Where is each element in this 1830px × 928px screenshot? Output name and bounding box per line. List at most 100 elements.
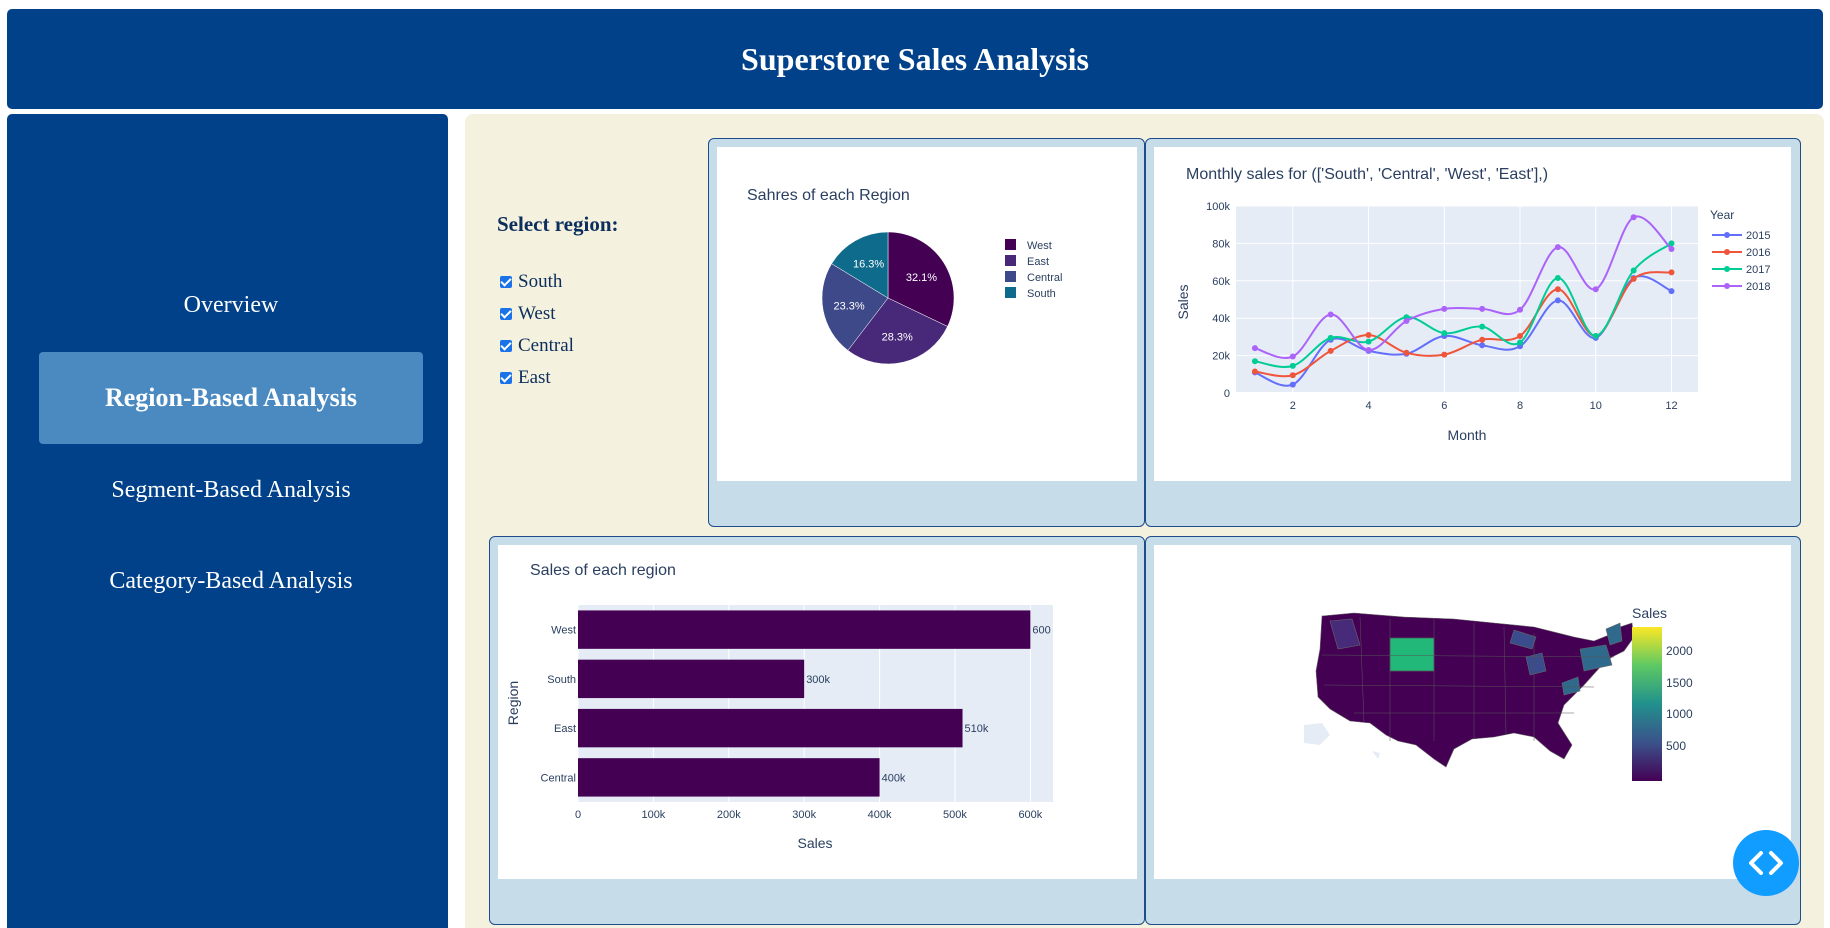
x-tick-label: 300k bbox=[792, 809, 816, 821]
legend-swatch[interactable] bbox=[1005, 239, 1016, 250]
x-tick-label: 8 bbox=[1517, 400, 1523, 412]
alaska-shape bbox=[1304, 723, 1330, 745]
series-point[interactable] bbox=[1668, 246, 1675, 253]
series-point[interactable] bbox=[1327, 334, 1334, 341]
series-point[interactable] bbox=[1441, 351, 1448, 358]
x-tick-label: 2 bbox=[1290, 400, 1296, 412]
app-header: Superstore Sales Analysis bbox=[7, 9, 1823, 109]
bar[interactable] bbox=[578, 610, 1031, 649]
code-toggle-button[interactable] bbox=[1733, 830, 1799, 896]
y-tick-label: East bbox=[554, 723, 576, 735]
sidebar-item-overview[interactable]: Overview bbox=[39, 259, 423, 351]
series-point[interactable] bbox=[1251, 368, 1258, 375]
series-point[interactable] bbox=[1517, 332, 1524, 339]
legend-marker[interactable] bbox=[1724, 249, 1730, 255]
series-point[interactable] bbox=[1289, 353, 1296, 360]
x-tick-label: 12 bbox=[1665, 400, 1677, 412]
legend-label[interactable]: South bbox=[1027, 288, 1056, 300]
plot-background bbox=[1236, 206, 1698, 393]
bar-value-label: 300k bbox=[806, 674, 830, 686]
series-point[interactable] bbox=[1554, 274, 1561, 281]
checkbox-checked-icon[interactable] bbox=[500, 340, 512, 352]
series-point[interactable] bbox=[1289, 381, 1296, 388]
legend-swatch[interactable] bbox=[1005, 255, 1016, 266]
series-point[interactable] bbox=[1251, 345, 1258, 352]
series-point[interactable] bbox=[1403, 318, 1410, 325]
series-point[interactable] bbox=[1479, 323, 1486, 330]
bar-chart-title: Sales of each region bbox=[530, 562, 676, 579]
legend-marker[interactable] bbox=[1724, 283, 1730, 289]
series-point[interactable] bbox=[1251, 358, 1258, 365]
series-point[interactable] bbox=[1554, 244, 1561, 251]
legend-label[interactable]: 2018 bbox=[1746, 281, 1770, 293]
legend-label[interactable]: East bbox=[1027, 256, 1049, 268]
line-chart-title: Monthly sales for (['South', 'Central', … bbox=[1186, 166, 1548, 183]
series-point[interactable] bbox=[1592, 286, 1599, 293]
sidebar-item-category-based-analysis[interactable]: Category-Based Analysis bbox=[39, 535, 423, 627]
pie-chart-title: Sahres of each Region bbox=[747, 187, 910, 204]
series-point[interactable] bbox=[1630, 214, 1637, 221]
hawaii-shape bbox=[1372, 751, 1380, 759]
series-point[interactable] bbox=[1668, 269, 1675, 276]
series-point[interactable] bbox=[1327, 347, 1334, 354]
series-point[interactable] bbox=[1479, 342, 1486, 349]
bar-value-label: 510k bbox=[965, 723, 989, 735]
series-point[interactable] bbox=[1592, 332, 1599, 339]
bar[interactable] bbox=[578, 758, 880, 797]
pie-slice-label: 28.3% bbox=[882, 332, 913, 344]
region-checkbox-east[interactable]: East bbox=[500, 367, 551, 389]
bar-value-label: 400k bbox=[882, 772, 906, 784]
legend-label[interactable]: West bbox=[1027, 240, 1052, 252]
series-point[interactable] bbox=[1365, 332, 1372, 339]
legend-label[interactable]: 2016 bbox=[1746, 247, 1770, 259]
legend-label[interactable]: 2017 bbox=[1746, 264, 1770, 276]
legend-marker[interactable] bbox=[1724, 266, 1730, 272]
series-point[interactable] bbox=[1403, 349, 1410, 356]
x-tick-label: 10 bbox=[1590, 400, 1602, 412]
y-tick-label: 0 bbox=[1224, 388, 1230, 400]
bar[interactable] bbox=[578, 708, 963, 748]
legend-label[interactable]: 2015 bbox=[1746, 230, 1770, 242]
y-axis-label: Sales bbox=[1175, 284, 1191, 319]
series-point[interactable] bbox=[1554, 297, 1561, 304]
region-checkbox-south[interactable]: South bbox=[500, 271, 562, 293]
series-point[interactable] bbox=[1517, 339, 1524, 346]
series-point[interactable] bbox=[1630, 275, 1637, 282]
bar-chart: Sales of each region 0 100k 200k 300k 400k 50… bbox=[505, 562, 1053, 851]
sidebar-item-region-based-analysis[interactable]: Region-Based Analysis bbox=[39, 352, 423, 444]
legend-label[interactable]: Central bbox=[1027, 272, 1062, 284]
us-choropleth-map: Sales 2000 1500 1000 500 bbox=[1304, 605, 1693, 781]
region-checkbox-central[interactable]: Central bbox=[500, 335, 574, 357]
x-tick-label: 500k bbox=[943, 809, 967, 821]
x-tick-label: 600k bbox=[1018, 809, 1042, 821]
series-point[interactable] bbox=[1327, 311, 1334, 318]
checkbox-checked-icon[interactable] bbox=[500, 276, 512, 288]
legend-swatch[interactable] bbox=[1005, 287, 1016, 298]
series-point[interactable] bbox=[1668, 288, 1675, 295]
series-point[interactable] bbox=[1517, 306, 1524, 313]
us-states-shape bbox=[1315, 612, 1635, 768]
series-point[interactable] bbox=[1554, 286, 1561, 293]
region-checkbox-west[interactable]: West bbox=[500, 303, 556, 325]
y-tick-label: 60k bbox=[1212, 276, 1230, 288]
checkbox-checked-icon[interactable] bbox=[500, 308, 512, 320]
y-tick-label: West bbox=[551, 625, 576, 637]
legend-swatch[interactable] bbox=[1005, 271, 1016, 282]
x-tick-label: 6 bbox=[1441, 400, 1447, 412]
legend-marker[interactable] bbox=[1724, 232, 1730, 238]
series-point[interactable] bbox=[1289, 372, 1296, 379]
sidebar-item-segment-based-analysis[interactable]: Segment-Based Analysis bbox=[39, 444, 423, 536]
series-point[interactable] bbox=[1365, 346, 1372, 353]
bar-value-label: 600 bbox=[1032, 625, 1050, 637]
series-point[interactable] bbox=[1479, 305, 1486, 312]
series-point[interactable] bbox=[1441, 330, 1448, 337]
series-point[interactable] bbox=[1479, 336, 1486, 343]
y-tick-label: South bbox=[547, 674, 576, 686]
checkbox-checked-icon[interactable] bbox=[500, 372, 512, 384]
series-point[interactable] bbox=[1630, 267, 1637, 274]
series-point[interactable] bbox=[1441, 305, 1448, 312]
colorbar-tick: 500 bbox=[1666, 739, 1686, 753]
series-point[interactable] bbox=[1365, 338, 1372, 345]
bar[interactable] bbox=[578, 659, 805, 699]
series-point[interactable] bbox=[1289, 362, 1296, 369]
